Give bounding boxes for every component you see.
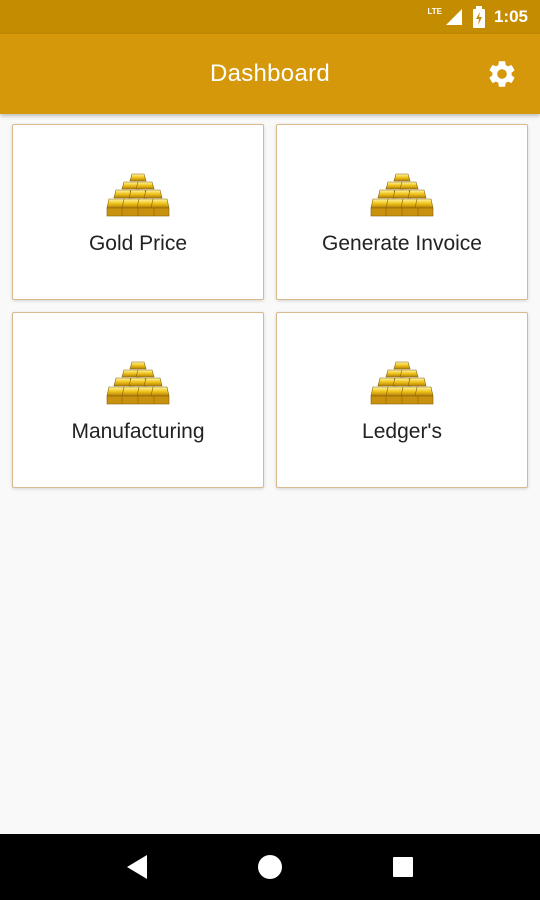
page-title: Dashboard [209, 60, 331, 87]
card-label: Manufacturing [71, 420, 205, 443]
home-circle-icon [257, 855, 282, 879]
card-label: Ledger's [362, 420, 442, 443]
home-button[interactable] [255, 852, 285, 882]
system-nav-bar [0, 834, 540, 900]
network-type-label: LTE [427, 6, 442, 16]
gear-icon[interactable] [486, 58, 518, 90]
gold-bars-icon [106, 361, 170, 405]
ledgers-card[interactable]: Ledger's [276, 312, 528, 488]
battery-icon [472, 6, 485, 28]
card-label: Generate Invoice [322, 232, 482, 255]
back-button[interactable] [122, 852, 152, 882]
manufacturing-card[interactable]: Manufacturing [12, 312, 264, 488]
dashboard-grid: Gold Price Generate Invoice Manufacturin [12, 124, 528, 488]
recents-button[interactable] [388, 852, 418, 882]
signal-icon [445, 9, 462, 25]
card-label: Gold Price [88, 232, 188, 255]
gold-price-card[interactable]: Gold Price [12, 124, 264, 300]
clock: 1:05 [493, 7, 528, 26]
app-bar: Dashboard [0, 34, 540, 114]
recents-square-icon [393, 857, 414, 877]
gold-bars-icon [370, 361, 434, 405]
status-bar: LTE 1:05 [0, 0, 540, 34]
gold-bars-icon [370, 173, 434, 217]
generate-invoice-card[interactable]: Generate Invoice [276, 124, 528, 300]
back-triangle-icon [126, 855, 147, 879]
gold-bars-icon [106, 173, 170, 217]
